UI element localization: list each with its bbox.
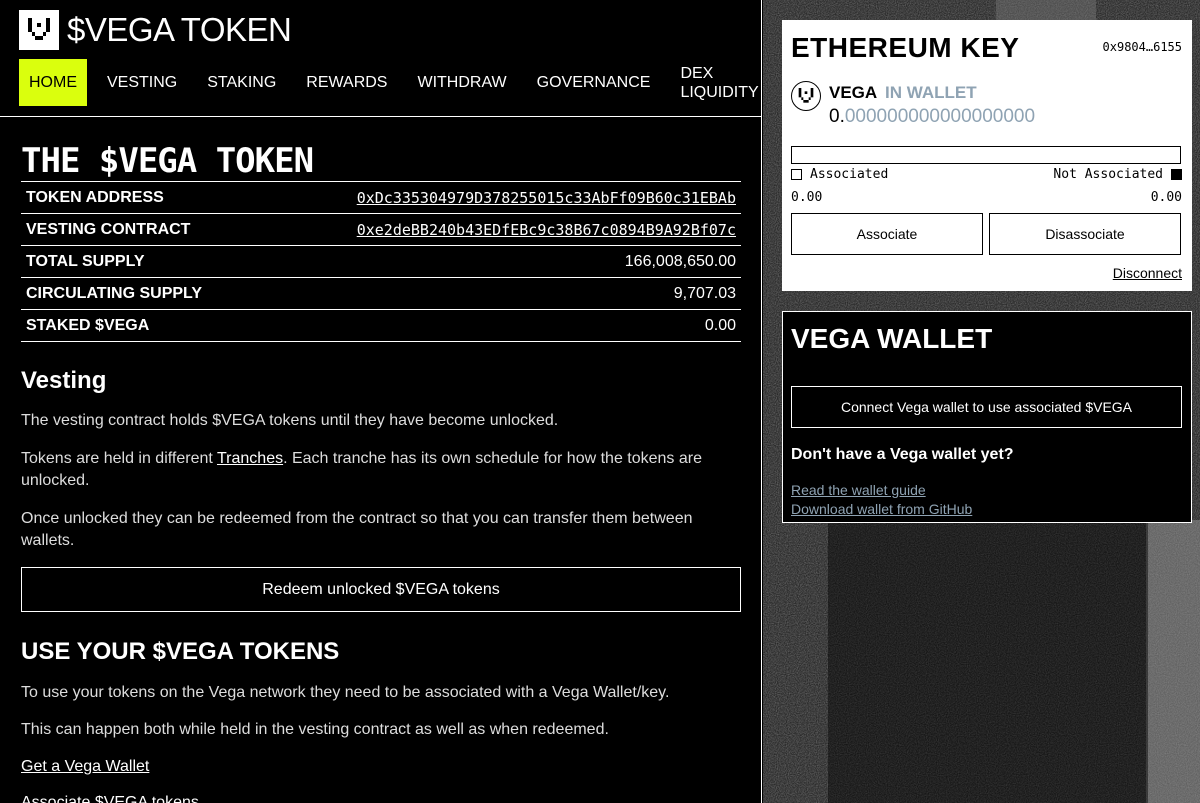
circulating-supply-label: CIRCULATING SUPPLY [26,284,203,302]
nav-dex-label: DEX [680,64,714,82]
use-paragraph-2: This can happen both while held in the v… [21,721,609,738]
nav-divider [0,116,761,117]
nav-dex-liquidity[interactable]: DEX LIQUIDITY [665,59,761,106]
table-row: STAKED $VEGA 0.00 [21,310,741,342]
not-associated-value: 0.00 [1150,190,1182,205]
vesting-contract-link[interactable]: 0xe2deBB240b43EDfEBc9c38B67c0894B9A92Bf0… [357,221,736,239]
associate-button[interactable]: Associate [791,213,983,255]
main-panel: $VEGA TOKEN HOME VESTING STAKING REWARDS… [0,0,762,803]
vesting-paragraph-1: The vesting contract holds $VEGA tokens … [21,412,559,429]
download-wallet-link[interactable]: Download wallet from GitHub [791,501,972,517]
vesting-heading: Vesting [21,367,107,394]
main-nav: HOME VESTING STAKING REWARDS WITHDRAW GO… [19,59,761,106]
redeem-button[interactable]: Redeem unlocked $VEGA tokens [21,567,741,612]
vega-token-icon [791,81,821,111]
table-row: TOTAL SUPPLY 166,008,650.00 [21,246,741,278]
nav-staking[interactable]: STAKING [192,59,291,106]
association-progress-bar [791,146,1181,164]
vesting-paragraph-2: Tokens are held in different Tranches. E… [21,448,741,492]
table-row: CIRCULATING SUPPLY 9,707.03 [21,278,741,310]
vega-wallet-title: VEGA WALLET [791,323,993,354]
nav-rewards[interactable]: REWARDS [291,59,402,106]
checkbox-icon [791,169,802,180]
table-row: VESTING CONTRACT 0xe2deBB240b43EDfEBc9c3… [21,214,741,246]
no-wallet-question: Don't have a Vega wallet yet? [791,446,1014,463]
balance-integer: 0. [829,106,845,127]
nav-home[interactable]: HOME [19,59,87,106]
token-symbol: VEGA [829,83,878,102]
tranches-link[interactable]: Tranches [217,450,283,467]
disconnect-link[interactable]: Disconnect [1113,265,1182,281]
vesting-paragraph-3: Once unlocked they can be redeemed from … [21,510,693,549]
nav-vesting[interactable]: VESTING [92,59,192,106]
brand-title: $VEGA TOKEN [67,11,292,48]
token-address-link[interactable]: 0xDc335304979D378255015c33AbFf09B60c31EB… [357,189,736,207]
in-wallet-label: IN WALLET [885,83,977,102]
total-supply-value: 166,008,650.00 [624,252,736,270]
vesting-contract-label: VESTING CONTRACT [26,220,191,238]
nav-withdraw[interactable]: WITHDRAW [402,59,521,106]
use-tokens-heading: USE YOUR $VEGA TOKENS [21,638,340,665]
associate-tokens-link[interactable]: Associate $VEGA tokens [21,794,199,803]
connect-vega-wallet-button[interactable]: Connect Vega wallet to use associated $V… [791,386,1182,428]
wallet-balance: 0.000000000000000000 [829,106,1035,128]
associated-label: Associated [810,167,889,182]
ethereum-address: 0x9804…6155 [1102,40,1182,54]
vesting-p2-before: Tokens are held in different [21,450,217,467]
disassociate-button[interactable]: Disassociate [989,213,1181,255]
circulating-supply-value: 9,707.03 [673,284,736,302]
token-info-table: TOKEN ADDRESS 0xDc335304979D378255015c33… [21,181,741,342]
ethereum-key-card: ETHEREUM KEY 0x9804…6155 VEGA IN WALLET … [782,20,1192,291]
staked-vega-label: STAKED $VEGA [26,316,150,334]
ethereum-key-title: ETHEREUM KEY [791,32,1020,63]
vega-wallet-card: VEGA WALLET Connect Vega wallet to use a… [782,311,1192,523]
table-row: TOKEN ADDRESS 0xDc335304979D378255015c33… [21,182,741,214]
balance-decimals: 000000000000000000 [844,106,1036,127]
total-supply-label: TOTAL SUPPLY [26,252,145,270]
not-associated-legend: Not Associated [1053,167,1182,182]
wallet-guide-link[interactable]: Read the wallet guide [791,482,926,498]
token-address-label: TOKEN ADDRESS [26,188,164,206]
brand[interactable]: $VEGA TOKEN [19,10,292,50]
use-paragraph-1: To use your tokens on the Vega network t… [21,684,670,701]
vega-logo-icon [19,10,59,50]
get-vega-wallet-link[interactable]: Get a Vega Wallet [21,758,149,776]
nav-liquidity-label: LIQUIDITY [680,83,759,101]
filled-square-icon [1171,169,1182,180]
associated-legend: Associated [791,167,888,182]
associated-value: 0.00 [791,190,823,205]
not-associated-label: Not Associated [1053,167,1163,182]
page-title: THE $VEGA TOKEN [21,141,314,181]
staked-vega-value: 0.00 [704,316,736,334]
nav-governance[interactable]: GOVERNANCE [522,59,666,106]
